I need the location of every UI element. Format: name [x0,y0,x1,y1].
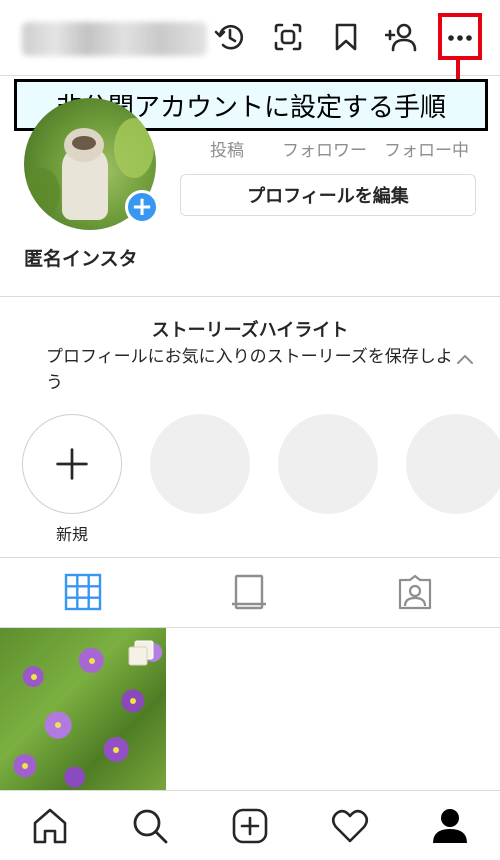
edit-profile-button[interactable]: プロフィールを編集 [180,174,476,216]
new-highlight-button[interactable] [22,414,122,514]
home-icon[interactable] [30,806,70,846]
highlights-title: ストーリーズハイライト [151,320,349,341]
multiple-photos-icon [128,640,154,666]
reels-icon[interactable] [229,572,269,612]
qr-scan-icon[interactable] [271,20,305,54]
tagged-icon[interactable] [395,572,435,612]
add-story-badge-icon[interactable]: + [125,190,159,224]
annotation-connector [456,59,460,81]
plus-icon [56,448,88,480]
highlights-description: プロフィールにお気に入りのストーリーズを保存しよう [46,347,453,393]
highlight-placeholder [150,414,250,514]
posts-label[interactable]: 投稿 [210,136,244,161]
new-highlight-label: 新規 [55,525,88,544]
grid-icon[interactable] [63,572,103,612]
section-divider [0,557,500,558]
top-bar [0,0,500,76]
profile-icon[interactable] [430,806,470,846]
highlight-placeholder [278,414,378,514]
highlight-placeholder [406,414,500,514]
followers-label[interactable]: フォロワー [282,136,367,161]
username-blurred[interactable] [22,22,207,56]
section-divider [0,296,500,297]
search-icon[interactable] [130,806,170,846]
history-icon[interactable] [213,20,247,54]
add-person-icon[interactable] [384,20,418,54]
more-options-highlight [438,13,482,60]
chevron-up-icon[interactable] [454,348,476,370]
create-icon[interactable] [230,806,270,846]
bookmark-icon[interactable] [329,20,363,54]
heart-icon[interactable] [330,806,370,846]
display-name: 匿名インスタ [24,248,138,270]
following-label[interactable]: フォロー中 [384,136,469,161]
